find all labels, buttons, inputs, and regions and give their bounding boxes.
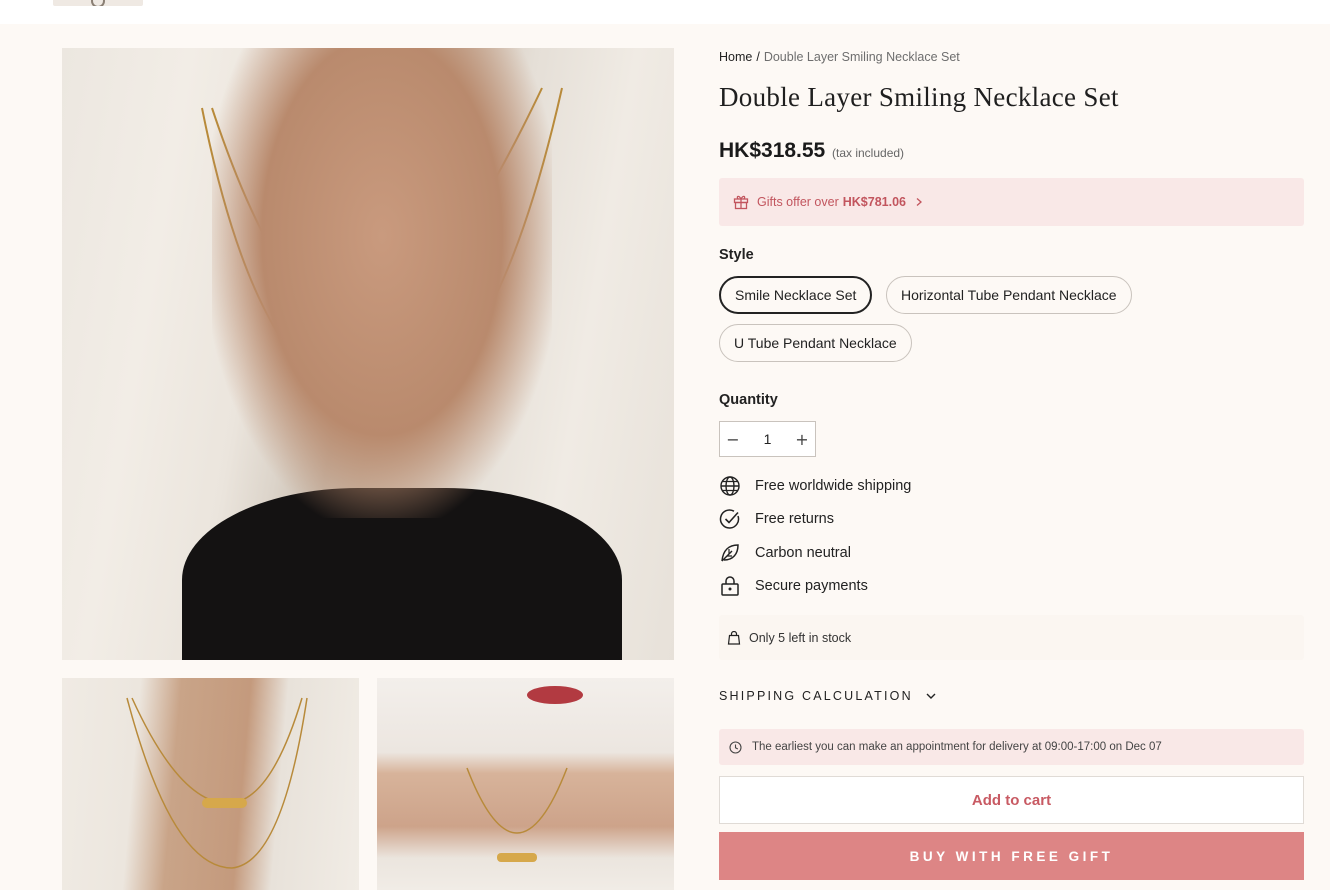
quantity-input[interactable] — [746, 422, 789, 456]
style-option-u-tube[interactable]: U Tube Pendant Necklace — [719, 324, 912, 362]
feature-label: Carbon neutral — [755, 545, 851, 561]
breadcrumb: Home / Double Layer Smiling Necklace Set — [719, 50, 960, 64]
bag-icon — [727, 630, 741, 645]
necklace-illustration — [201, 87, 563, 414]
feature-free-returns: Free returns — [719, 507, 834, 531]
gift-offer-banner[interactable]: Gifts offer over HK$781.06 — [719, 178, 1304, 226]
feature-label: Secure payments — [755, 578, 868, 594]
product-main-image[interactable] — [62, 48, 674, 660]
lock-icon — [721, 576, 739, 596]
feature-free-shipping: Free worldwide shipping — [719, 474, 911, 498]
buy-with-free-gift-button[interactable]: BUY WITH FREE GIFT — [719, 832, 1304, 880]
clock-icon — [729, 740, 742, 754]
add-to-cart-button[interactable]: Add to cart — [719, 776, 1304, 824]
product-title: Double Layer Smiling Necklace Set — [719, 82, 1119, 112]
site-logo[interactable] — [53, 0, 143, 6]
chevron-right-icon — [916, 198, 922, 206]
breadcrumb-separator: / — [756, 50, 760, 64]
style-option-smile-necklace-set[interactable]: Smile Necklace Set — [719, 276, 873, 314]
delivery-note-text: The earliest you can make an appointment… — [752, 741, 1162, 753]
quantity-decrease-button[interactable]: − — [720, 422, 746, 456]
feature-secure-payments: Secure payments — [719, 574, 868, 598]
breadcrumb-home-link[interactable]: Home — [719, 50, 752, 64]
leaf-icon — [721, 544, 739, 562]
gift-offer-amount: HK$781.06 — [842, 195, 906, 209]
stock-notice: Only 5 left in stock — [719, 615, 1304, 660]
tax-note: (tax included) — [832, 146, 905, 160]
shipping-calculation-label: SHIPPING CALCULATION — [719, 689, 913, 703]
gift-offer-text: Gifts offer over — [757, 195, 839, 209]
globe-icon — [720, 476, 740, 496]
stock-text: Only 5 left in stock — [749, 630, 852, 645]
product-thumbnail-1[interactable] — [62, 678, 359, 890]
product-price: HK$318.55 — [719, 139, 826, 162]
feature-label: Free returns — [755, 511, 834, 527]
chevron-down-icon — [926, 693, 936, 699]
quantity-increase-button[interactable]: + — [789, 422, 815, 456]
feature-label: Free worldwide shipping — [755, 478, 912, 494]
quantity-stepper: − + — [719, 421, 816, 457]
product-thumbnail-2[interactable] — [377, 678, 674, 890]
shipping-calculation-toggle[interactable]: SHIPPING CALCULATION — [719, 689, 937, 703]
style-option-horizontal-tube[interactable]: Horizontal Tube Pendant Necklace — [886, 276, 1132, 314]
quantity-label: Quantity — [719, 392, 778, 408]
necklace-illustration — [126, 697, 308, 869]
feature-carbon-neutral: Carbon neutral — [719, 541, 851, 565]
gift-icon — [733, 195, 749, 210]
site-header — [0, 0, 1330, 24]
delivery-appointment-note: The earliest you can make an appointment… — [719, 729, 1304, 765]
check-circle-icon — [719, 509, 740, 529]
breadcrumb-current: Double Layer Smiling Necklace Set — [763, 50, 960, 64]
style-label: Style — [719, 247, 754, 263]
necklace-illustration — [466, 767, 568, 862]
